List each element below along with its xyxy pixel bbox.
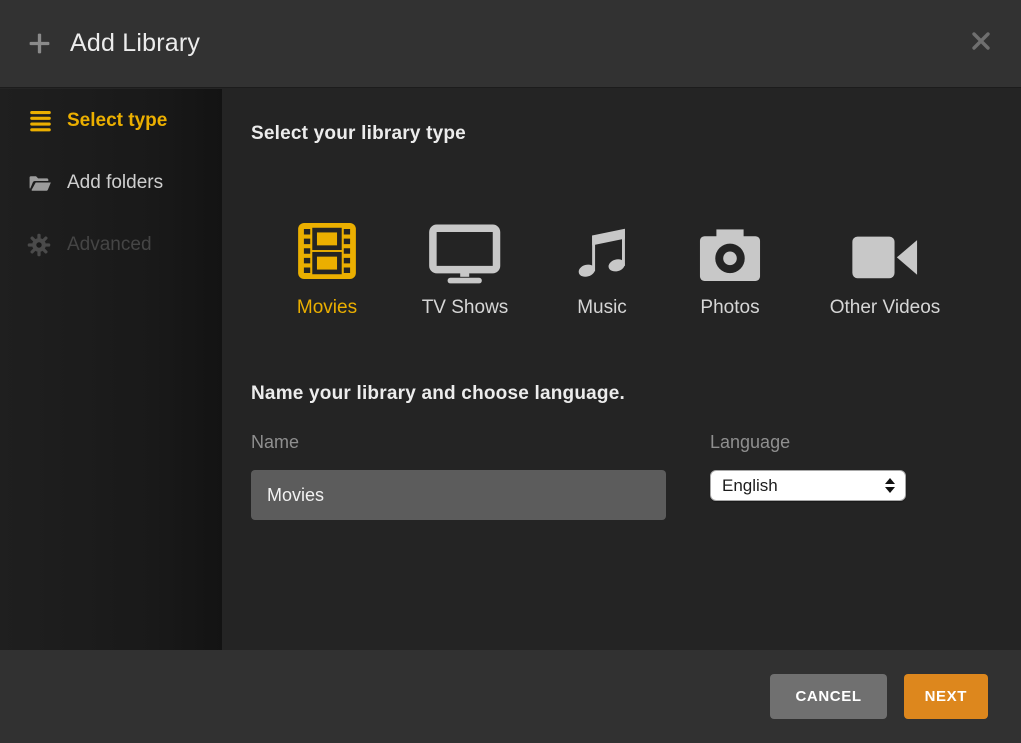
type-option-other-videos[interactable]: Other Videos: [830, 212, 941, 319]
type-option-label: Other Videos: [830, 297, 941, 319]
list-lines-icon: [26, 108, 58, 134]
language-selected-value: English: [722, 476, 885, 496]
library-name-input[interactable]: [251, 470, 666, 520]
sidebar-item-label: Select type: [67, 110, 167, 132]
library-type-heading: Select your library type: [251, 123, 466, 145]
next-button[interactable]: NEXT: [904, 674, 988, 719]
dialog-title: Add Library: [70, 29, 200, 58]
type-option-photos[interactable]: Photos: [696, 212, 764, 319]
sidebar-item-select-type[interactable]: Select type: [0, 90, 222, 152]
plus-icon: [27, 31, 52, 56]
sidebar-item-label: Add folders: [67, 172, 163, 194]
name-section-heading: Name your library and choose language.: [251, 383, 625, 405]
camera-icon: [696, 212, 764, 284]
close-icon[interactable]: [967, 27, 995, 55]
sidebar-item-add-folders[interactable]: Add folders: [0, 152, 222, 214]
sidebar-item-advanced: Advanced: [0, 214, 222, 276]
language-field-label: Language: [710, 432, 790, 453]
type-option-movies[interactable]: Movies: [294, 212, 360, 319]
video-camera-icon: [850, 212, 920, 284]
name-field-label: Name: [251, 432, 299, 453]
dialog-sidebar: Select type Add folders: [0, 89, 222, 650]
add-library-dialog: Add Library: [0, 0, 1021, 743]
type-option-label: Photos: [700, 297, 759, 319]
type-option-label: Movies: [297, 297, 357, 319]
film-strip-icon: [294, 212, 360, 284]
sidebar-item-label: Advanced: [67, 234, 152, 256]
cancel-button[interactable]: CANCEL: [770, 674, 886, 719]
folder-open-icon: [26, 171, 58, 196]
music-note-icon: [570, 212, 634, 284]
dialog-footer: CANCEL NEXT: [0, 650, 1021, 743]
tv-monitor-icon: [429, 212, 501, 284]
dialog-content: Select your library type: [222, 89, 1021, 650]
type-option-label: TV Shows: [422, 297, 509, 319]
library-type-options: Movies TV Shows: [222, 212, 1021, 372]
type-option-music[interactable]: Music: [570, 212, 634, 319]
up-down-arrows-icon: [885, 478, 897, 493]
language-select[interactable]: English: [710, 470, 906, 501]
dialog-header: Add Library: [0, 0, 1021, 88]
type-option-tv-shows[interactable]: TV Shows: [422, 212, 509, 319]
type-option-label: Music: [577, 297, 627, 319]
gear-icon: [26, 232, 58, 258]
